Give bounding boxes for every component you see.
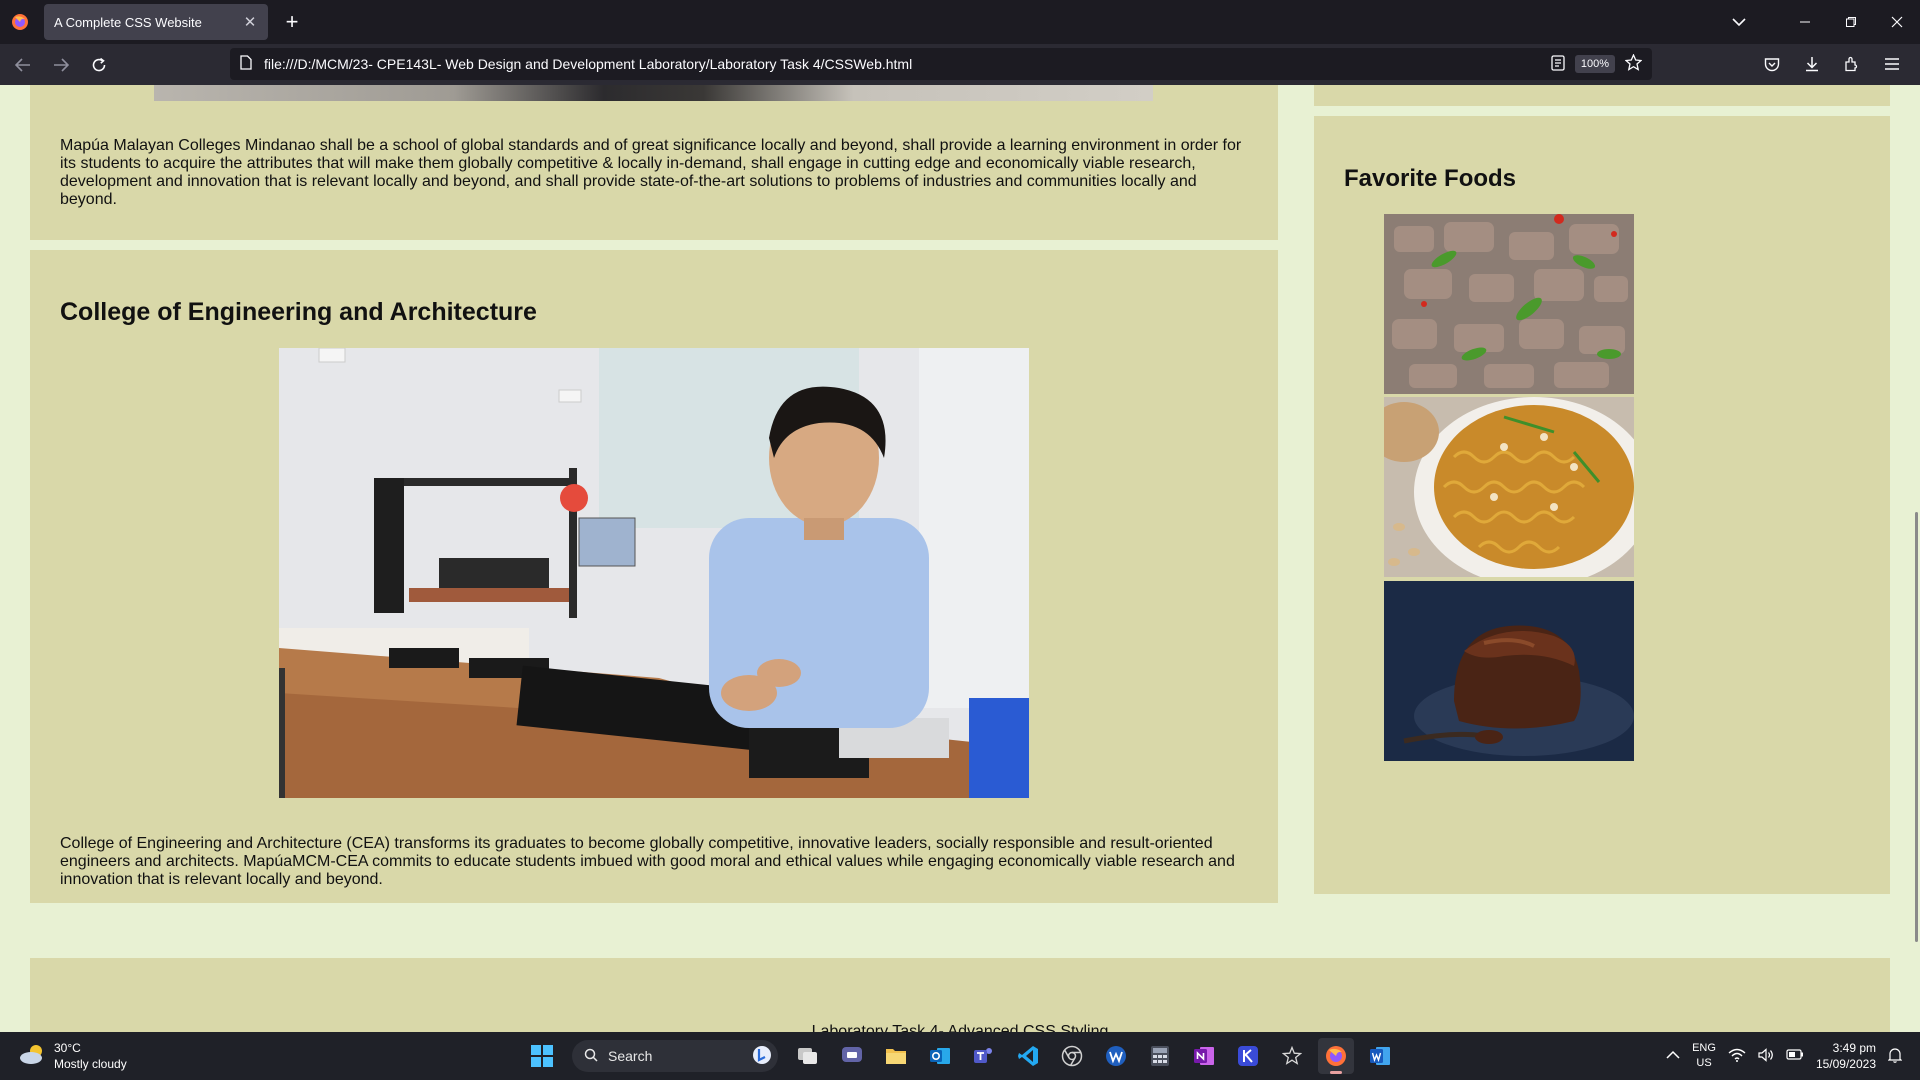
file-page-icon	[240, 55, 252, 73]
task-view-icon[interactable]	[790, 1038, 826, 1074]
teams-chat-icon[interactable]	[834, 1038, 870, 1074]
language-indicator[interactable]: ENG US	[1692, 1041, 1716, 1071]
sidebar-top-panel	[1314, 85, 1890, 106]
battery-icon[interactable]	[1786, 1049, 1804, 1063]
downloads-icon[interactable]	[1794, 48, 1830, 80]
cea-heading: College of Engineering and Architecture	[60, 298, 537, 326]
kindle-icon[interactable]	[1230, 1038, 1266, 1074]
page-viewport[interactable]: Mapúa Malayan Colleges Mindanao shall be…	[0, 85, 1920, 1032]
file-explorer-icon[interactable]	[878, 1038, 914, 1074]
taskbar-clock[interactable]: 3:49 pm 15/09/2023	[1816, 1040, 1876, 1072]
reader-view-icon[interactable]	[1551, 54, 1565, 74]
list-all-tabs-chevron-icon[interactable]	[1716, 0, 1762, 44]
vertical-scrollbar[interactable]	[1915, 512, 1918, 942]
volume-icon[interactable]	[1758, 1047, 1774, 1065]
windows-start-icon[interactable]	[524, 1038, 560, 1074]
teams-icon[interactable]	[966, 1038, 1002, 1074]
browser-tab-bar: A Complete CSS Website ✕ +	[0, 0, 1920, 44]
bookmark-star-icon[interactable]	[1624, 53, 1643, 74]
firefox-icon[interactable]	[0, 0, 40, 44]
url-text[interactable]: file:///D:/MCM/23- CPE143L- Web Design a…	[264, 56, 912, 72]
footer-panel	[30, 958, 1890, 1032]
vscode-icon[interactable]	[1010, 1038, 1046, 1074]
windows-taskbar: 30°C Mostly cloudy Search ENG US 3:49 pm…	[0, 1032, 1920, 1080]
chromium-icon[interactable]	[1054, 1038, 1090, 1074]
weather-condition: Mostly cloudy	[54, 1057, 127, 1071]
address-bar[interactable]: file:///D:/MCM/23- CPE143L- Web Design a…	[230, 48, 1652, 80]
favorite-foods-heading: Favorite Foods	[1344, 165, 1517, 192]
weather-widget[interactable]: 30°C Mostly cloudy	[18, 1040, 127, 1072]
footer-text: Laboratory Task 4- Advanced CSS Styling	[811, 1023, 1109, 1032]
notification-bell-icon[interactable]	[1887, 1047, 1903, 1066]
zoom-level-badge[interactable]: 100%	[1574, 55, 1615, 73]
food-image-noodles	[1384, 397, 1634, 577]
weather-temperature: 30°C	[54, 1041, 81, 1055]
firefox-taskbar-icon[interactable]	[1318, 1038, 1354, 1074]
clock-time: 3:49 pm	[1832, 1041, 1876, 1055]
cloud-sun-icon	[18, 1043, 46, 1070]
browser-tab[interactable]: A Complete CSS Website ✕	[44, 4, 268, 40]
back-arrow-icon[interactable]	[6, 49, 40, 81]
bing-icon	[752, 1045, 772, 1068]
onenote-icon[interactable]	[1186, 1038, 1222, 1074]
mission-paragraph: Mapúa Malayan Colleges Mindanao shall be…	[60, 137, 1242, 208]
taskbar-search-box[interactable]: Search	[572, 1040, 778, 1072]
outlook-icon[interactable]	[922, 1038, 958, 1074]
clock-date: 15/09/2023	[1815, 1057, 1876, 1071]
menu-hamburger-icon[interactable]	[1874, 48, 1910, 80]
wps-icon[interactable]	[1098, 1038, 1134, 1074]
navigation-toolbar: file:///D:/MCM/23- CPE143L- Web Design a…	[0, 44, 1920, 85]
tab-title: A Complete CSS Website	[54, 14, 202, 30]
language-code: ENG	[1692, 1042, 1716, 1054]
forward-arrow-icon[interactable]	[44, 49, 78, 81]
wifi-icon[interactable]	[1728, 1048, 1746, 1065]
show-hidden-icons-chevron-icon[interactable]	[1666, 1049, 1680, 1063]
region-code: US	[1696, 1057, 1712, 1069]
new-tab-button[interactable]: +	[274, 4, 310, 40]
star-pin-icon[interactable]	[1274, 1038, 1310, 1074]
restore-icon[interactable]	[1828, 0, 1874, 44]
word-icon[interactable]	[1362, 1038, 1398, 1074]
search-icon	[584, 1048, 598, 1065]
pocket-icon[interactable]	[1754, 48, 1790, 80]
calculator-icon[interactable]	[1142, 1038, 1178, 1074]
extensions-icon[interactable]	[1834, 48, 1870, 80]
close-tab-icon[interactable]: ✕	[242, 13, 258, 31]
cea-paragraph: College of Engineering and Architecture …	[60, 835, 1235, 888]
reload-icon[interactable]	[82, 49, 116, 81]
close-window-icon[interactable]	[1874, 0, 1920, 44]
food-image-chocolate-cake	[1384, 581, 1634, 761]
search-label: Search	[608, 1048, 653, 1064]
cea-student-photo	[279, 348, 1029, 798]
minimize-icon[interactable]	[1782, 0, 1828, 44]
system-tray: ENG US 3:49 pm 15/09/2023	[1666, 1038, 1903, 1074]
food-image-sisig	[1384, 214, 1634, 394]
campus-banner-image	[154, 85, 1153, 101]
